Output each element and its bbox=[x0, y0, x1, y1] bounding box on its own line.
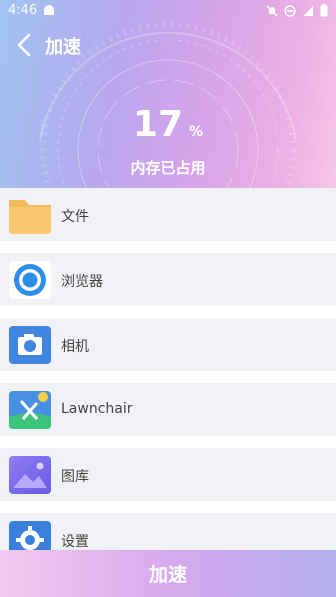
dnd-icon bbox=[284, 4, 296, 17]
divider bbox=[0, 306, 336, 318]
memory-unit: % bbox=[189, 124, 204, 140]
android-icon bbox=[42, 4, 56, 19]
gallery-icon bbox=[9, 456, 51, 494]
chevron-left-icon bbox=[17, 33, 31, 57]
divider bbox=[0, 436, 336, 448]
page-title: 加速 bbox=[45, 37, 81, 58]
divider bbox=[0, 241, 336, 253]
signal-icon bbox=[303, 5, 313, 16]
app-bar: 加速 bbox=[0, 28, 336, 62]
list-item-label: 文件 bbox=[61, 209, 89, 225]
list-item[interactable]: 图库 bbox=[0, 448, 336, 501]
browser-icon bbox=[9, 261, 51, 299]
status-icons bbox=[266, 4, 328, 17]
list-item[interactable]: 浏览器 bbox=[0, 253, 336, 306]
status-bar: 4:46 bbox=[0, 0, 336, 24]
header-banner: 4:46 加速 17% 内存已占用 bbox=[0, 0, 336, 188]
battery-icon bbox=[320, 4, 328, 17]
mute-icon bbox=[266, 5, 278, 16]
back-button[interactable] bbox=[12, 32, 36, 58]
divider bbox=[0, 501, 336, 513]
list-item[interactable]: 相机 bbox=[0, 318, 336, 371]
list-item-label: 相机 bbox=[61, 339, 89, 355]
memory-usage-label: 内存已占用 bbox=[130, 159, 206, 177]
accelerate-button[interactable]: 加速 bbox=[0, 550, 336, 597]
list-item[interactable]: Lawnchair bbox=[0, 383, 336, 436]
camera-icon bbox=[9, 326, 51, 364]
lawnchair-icon bbox=[9, 391, 51, 429]
status-time: 4:46 bbox=[8, 3, 38, 18]
memory-percent: 17 bbox=[132, 104, 184, 145]
list-item-label: 浏览器 bbox=[61, 274, 103, 290]
divider bbox=[0, 371, 336, 383]
memory-usage-value: 17% bbox=[0, 104, 336, 145]
list-item-label: Lawnchair bbox=[61, 401, 133, 417]
folder-icon bbox=[9, 196, 51, 234]
list-item-label: 图库 bbox=[61, 469, 89, 485]
list-item-label: 设置 bbox=[61, 534, 89, 550]
list-item[interactable]: 文件 bbox=[0, 188, 336, 241]
